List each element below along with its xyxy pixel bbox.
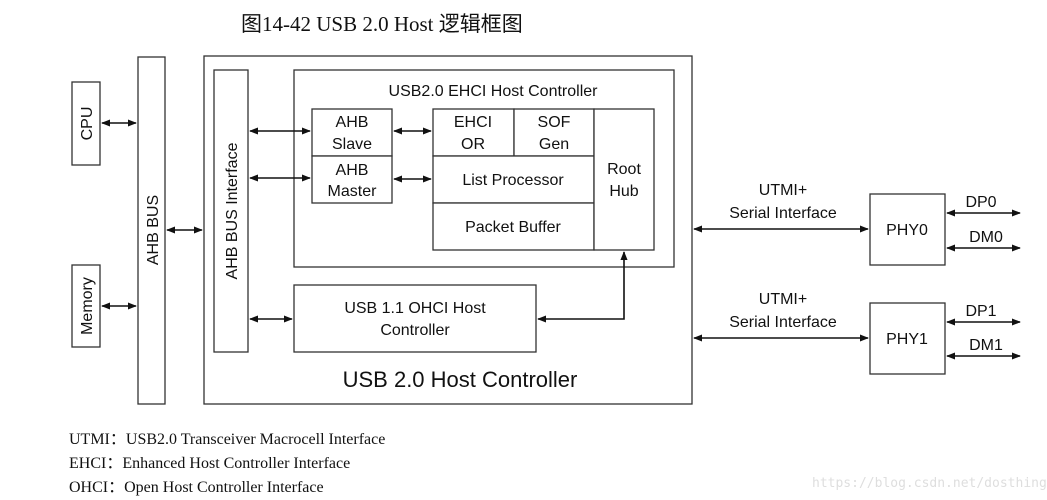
ahb-slave-label-line1: AHB — [336, 114, 369, 131]
usb-host-block-diagram: CPU Memory AHB BUS USB 2.0 Host Controll… — [71, 55, 1021, 405]
packet-buffer-block: Packet Buffer — [432, 202, 595, 251]
dm0-label: DM0 — [969, 229, 1003, 246]
root-hub-block: Root Hub — [593, 108, 655, 251]
memory-label: Memory — [79, 277, 96, 335]
packet-buffer-label: Packet Buffer — [465, 219, 561, 236]
sof-gen-label-line2: Gen — [539, 136, 569, 153]
utmi1-label-line2: Serial Interface — [729, 314, 837, 331]
legend-item-utmi: UTMI：USB2.0 Transceiver Macrocell Interf… — [69, 431, 386, 448]
watermark: https://blog.csdn.net/dosthing — [812, 476, 1047, 491]
ehci-host-controller-label: USB2.0 EHCI Host Controller — [389, 83, 599, 100]
utmi1-label-line1: UTMI+ — [759, 291, 807, 308]
phy0-label: PHY0 — [886, 222, 928, 239]
dm1-label: DM1 — [969, 337, 1003, 354]
ohci-host-controller-label-line1: USB 1.1 OHCI Host — [344, 300, 486, 317]
legend-item-ehci: EHCI：Enhanced Host Controller Interface — [69, 455, 351, 472]
list-processor-label: List Processor — [462, 172, 564, 189]
dp1-label: DP1 — [965, 303, 996, 320]
root-hub-label-line1: Root — [607, 161, 641, 178]
ahb-slave-label-line2: Slave — [332, 136, 372, 153]
utmi0-label-line2: Serial Interface — [729, 205, 837, 222]
sof-gen-label-line1: SOF — [538, 114, 571, 131]
ahb-master-block: AHB Master — [311, 155, 393, 204]
utmi0-label-line1: UTMI+ — [759, 182, 807, 199]
cpu-label: CPU — [79, 107, 96, 141]
ahb-slave-block: AHB Slave — [311, 108, 393, 157]
abbreviation-legend: UTMI：USB2.0 Transceiver Macrocell Interf… — [69, 428, 385, 500]
sof-gen-block: SOF Gen — [513, 108, 595, 157]
list-processor-block: List Processor — [432, 155, 595, 204]
ohci-host-controller-label-line2: Controller — [380, 322, 450, 339]
ahb-bus-block: AHB BUS — [137, 56, 166, 405]
ahb-bus-interface-label: AHB BUS Interface — [224, 142, 241, 279]
phy0-block: PHY0 — [869, 193, 946, 266]
dp0-label: DP0 — [965, 194, 996, 211]
root-hub-label-line2: Hub — [609, 183, 638, 200]
ahb-bus-label: AHB BUS — [145, 195, 162, 265]
cpu-block: CPU — [71, 81, 101, 166]
ehci-or-label-line2: OR — [461, 136, 485, 153]
ehci-or-label-line1: EHCI — [454, 114, 492, 131]
ehci-or-block: EHCI OR — [432, 108, 515, 157]
ahb-master-label-line1: AHB — [336, 162, 369, 179]
ahb-bus-interface-block: AHB BUS Interface — [213, 69, 249, 353]
usb2-host-controller-label: USB 2.0 Host Controller — [343, 367, 578, 392]
phy1-block: PHY1 — [869, 302, 946, 375]
legend-item-ohci: OHCI：Open Host Controller Interface — [69, 479, 324, 496]
ohci-host-controller-block: USB 1.1 OHCI Host Controller — [293, 284, 537, 353]
memory-block: Memory — [71, 264, 101, 348]
ahb-master-label-line2: Master — [328, 183, 378, 200]
phy1-label: PHY1 — [886, 331, 928, 348]
